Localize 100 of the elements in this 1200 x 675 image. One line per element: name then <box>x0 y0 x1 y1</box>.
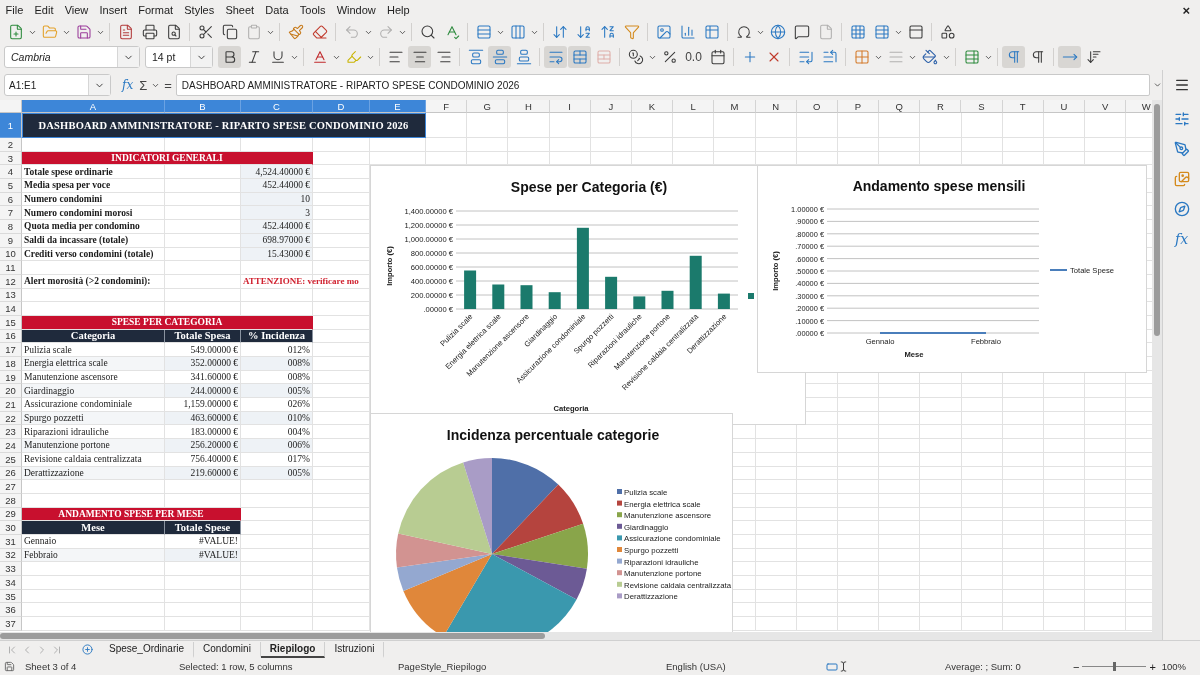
column-header[interactable]: Q <box>879 100 921 113</box>
row-header[interactable]: 7 <box>0 206 22 221</box>
function-wizard-button[interactable]: fx <box>114 78 136 92</box>
row-header[interactable]: 27 <box>0 480 22 494</box>
column-header[interactable]: V <box>1085 100 1127 113</box>
row-header[interactable]: 21 <box>0 398 22 412</box>
table-cell: Media spesa per voce <box>22 179 241 193</box>
sheet-tab[interactable]: Spese_Ordinarie <box>100 641 195 658</box>
menu-item[interactable]: File <box>0 4 29 16</box>
font-name-field[interactable]: Cambria <box>4 46 140 68</box>
sheet-tab[interactable]: Istruzioni <box>325 641 385 658</box>
menu-item[interactable]: Styles <box>178 4 220 16</box>
section-heading: ANDAMENTO SPESE PER MESE <box>22 507 241 522</box>
sheet-tab[interactable]: Condomini <box>194 641 261 658</box>
menu-item[interactable]: Sheet <box>219 4 260 16</box>
page-style: PageStyle_Riepilogo <box>398 661 488 672</box>
column-header[interactable]: G <box>467 100 509 113</box>
formula-button[interactable]: = <box>163 77 173 93</box>
language-status: English (USA) <box>666 661 727 672</box>
sheet-title: DASHBOARD AMMINISTRATORE - RIPARTO SPESE CONDOMINIO 2026 <box>22 113 426 138</box>
column-header[interactable]: R <box>920 100 962 113</box>
table-cell: Crediti verso condomini (totale) <box>22 247 241 262</box>
column-header[interactable]: A <box>22 100 165 113</box>
column-header[interactable]: W <box>1126 100 1152 113</box>
column-header[interactable]: J <box>590 100 632 113</box>
column-header[interactable]: C <box>241 100 313 113</box>
row-header[interactable]: 17 <box>0 343 22 357</box>
column-header[interactable]: S <box>961 100 1003 113</box>
row-header[interactable]: 5 <box>0 179 22 193</box>
table-cell: 244.00000 € <box>165 384 241 399</box>
table-cell: 256.20000 € <box>165 439 241 453</box>
column-header[interactable]: L <box>673 100 715 113</box>
font-size-field[interactable]: 14 pt <box>145 46 213 68</box>
column-heading: Mese <box>22 521 165 535</box>
table-cell: 352.00000 € <box>165 357 241 371</box>
column-header[interactable]: B <box>165 100 241 113</box>
column-header[interactable]: I <box>549 100 591 113</box>
close-button[interactable]: × <box>1182 2 1190 18</box>
sheet-position: Sheet 3 of 4 <box>25 661 78 672</box>
menu-item[interactable]: Help <box>381 4 416 16</box>
menu-item[interactable]: Window <box>331 4 382 16</box>
name-box[interactable]: A1:E1 <box>4 74 111 96</box>
column-header[interactable]: E <box>370 100 426 113</box>
row-header[interactable]: 20 <box>0 384 22 399</box>
table-cell: Giardinaggio <box>22 384 165 399</box>
zoom-out-button[interactable]: − <box>1070 660 1083 673</box>
column-header[interactable]: F <box>426 100 468 113</box>
column-header[interactable]: O <box>796 100 838 113</box>
formula-input[interactable]: DASHBOARD AMMINISTRATORE - RIPARTO SPESE CONDOMINIO 2026 <box>175 74 1150 96</box>
row-header[interactable]: 34 <box>0 576 22 590</box>
column-header[interactable]: D <box>313 100 370 113</box>
menu-item[interactable]: Edit <box>28 4 60 16</box>
menu-item[interactable]: View <box>59 4 94 16</box>
table-cell: Alert morosità (>2 condomini): <box>22 274 241 289</box>
chart-title: Andamento spese mensili <box>852 178 1026 194</box>
column-header[interactable]: U <box>1043 100 1085 113</box>
row-header[interactable]: 23 <box>0 425 22 440</box>
menu-item[interactable]: Tools <box>294 4 332 16</box>
row-header[interactable]: 33 <box>0 562 22 576</box>
column-header[interactable]: K <box>631 100 674 113</box>
menu-item[interactable]: Data <box>259 4 295 16</box>
section-heading: INDICATORI GENERALI <box>22 151 313 166</box>
number-format-button[interactable]: 0.0 <box>682 46 705 68</box>
table-cell: 452.44000 € <box>241 220 313 234</box>
table-cell: Numero condomini morosi <box>22 206 241 221</box>
table-cell: 005% <box>241 384 313 399</box>
column-header[interactable]: M <box>714 100 756 113</box>
row-header[interactable]: 11 <box>0 261 22 275</box>
table-cell: 3 <box>241 206 313 221</box>
table-cell: Manutenzione portone <box>22 439 165 453</box>
selection-status: Selected: 1 row, 5 columns <box>179 661 294 672</box>
sum-button[interactable]: Σ <box>138 77 149 93</box>
table-cell: Saldi da incassare (totale) <box>22 233 241 248</box>
menu-item[interactable]: Format <box>132 4 179 16</box>
column-header[interactable]: P <box>837 100 880 113</box>
chart-title: Spese per Categoria (€) <box>510 179 668 195</box>
table-cell: 008% <box>241 357 313 371</box>
row-header[interactable]: 14 <box>0 302 22 316</box>
row-header[interactable]: 1 <box>0 113 22 138</box>
row-header[interactable]: 30 <box>0 521 22 535</box>
row-header[interactable]: 37 <box>0 617 22 631</box>
table-cell: 006% <box>241 439 313 453</box>
row-header[interactable]: 2 <box>0 138 22 152</box>
row-header[interactable]: 8 <box>0 220 22 234</box>
row-header[interactable]: 18 <box>0 357 22 371</box>
table-cell: Numero condomini <box>22 192 241 207</box>
sheet-tab[interactable]: Riepilogo <box>260 641 326 658</box>
menu-item[interactable]: Insert <box>93 4 133 16</box>
functions-button[interactable]: fx <box>1169 228 1194 250</box>
table-cell: Quota media per condomino <box>22 220 241 234</box>
row-header[interactable]: 24 <box>0 439 22 453</box>
column-header[interactable]: T <box>1002 100 1044 113</box>
row-header[interactable]: 4 <box>0 165 22 180</box>
table-cell: 4,524.40000 € <box>241 165 313 180</box>
column-header[interactable]: N <box>755 100 797 113</box>
zoom-in-button[interactable]: + <box>1146 660 1159 673</box>
alert-text: ATTENZIONE: verificare mo <box>241 274 370 289</box>
row-header[interactable]: 36 <box>0 603 22 618</box>
column-header[interactable]: H <box>508 100 550 113</box>
section-heading: SPESE PER CATEGORIA <box>22 315 313 330</box>
